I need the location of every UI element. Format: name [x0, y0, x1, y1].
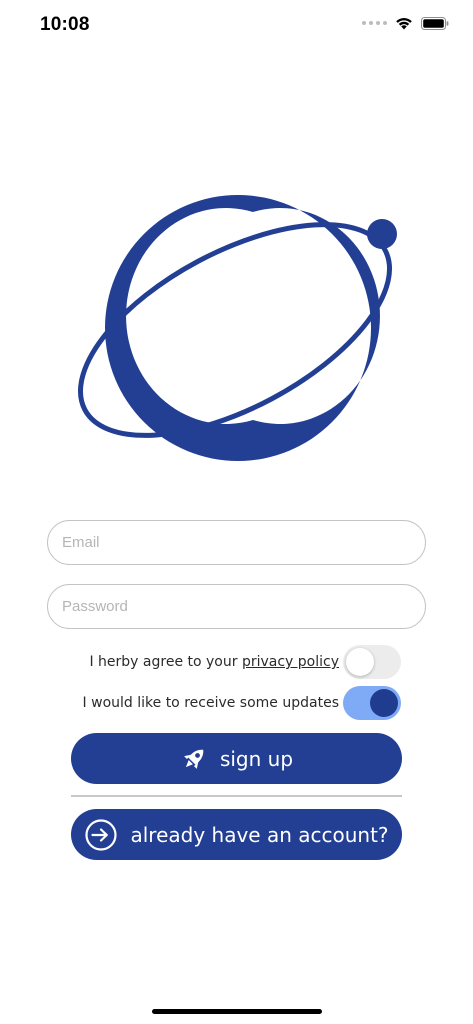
- privacy-consent-text: I herby agree to your: [89, 654, 238, 670]
- divider: [71, 795, 402, 797]
- password-field[interactable]: [47, 584, 426, 629]
- email-input[interactable]: [48, 521, 425, 564]
- rocket-icon: [184, 749, 204, 769]
- existing-account-label: already have an account?: [130, 822, 389, 847]
- privacy-policy-link[interactable]: privacy policy: [242, 654, 339, 670]
- password-input[interactable]: [48, 585, 425, 628]
- home-indicator[interactable]: [152, 1009, 322, 1014]
- signup-button[interactable]: sign up: [71, 733, 402, 784]
- privacy-consent-toggle[interactable]: [343, 645, 401, 679]
- updates-consent-row: I would like to receive some updates: [83, 686, 401, 720]
- email-field[interactable]: [47, 520, 426, 565]
- toggle-knob: [346, 648, 374, 676]
- sign-in-icon: [85, 818, 118, 851]
- updates-consent-label: I would like to receive some updates: [82, 695, 339, 711]
- status-icons: [362, 16, 449, 30]
- cellular-signal-icon: [362, 21, 387, 25]
- signup-label: sign up: [219, 746, 294, 771]
- planet-logo: [77, 195, 397, 461]
- privacy-consent-row: I herby agree to your privacy policy: [89, 645, 401, 679]
- wifi-icon: [396, 18, 412, 30]
- updates-consent-toggle[interactable]: [343, 686, 401, 720]
- privacy-consent-label: I herby agree to your privacy policy: [89, 654, 339, 670]
- toggle-knob: [370, 689, 398, 717]
- existing-account-button[interactable]: already have an account?: [71, 809, 402, 860]
- battery-icon: [421, 16, 449, 30]
- status-time: 10:08: [40, 14, 90, 35]
- status-bar: 10:08: [0, 0, 473, 50]
